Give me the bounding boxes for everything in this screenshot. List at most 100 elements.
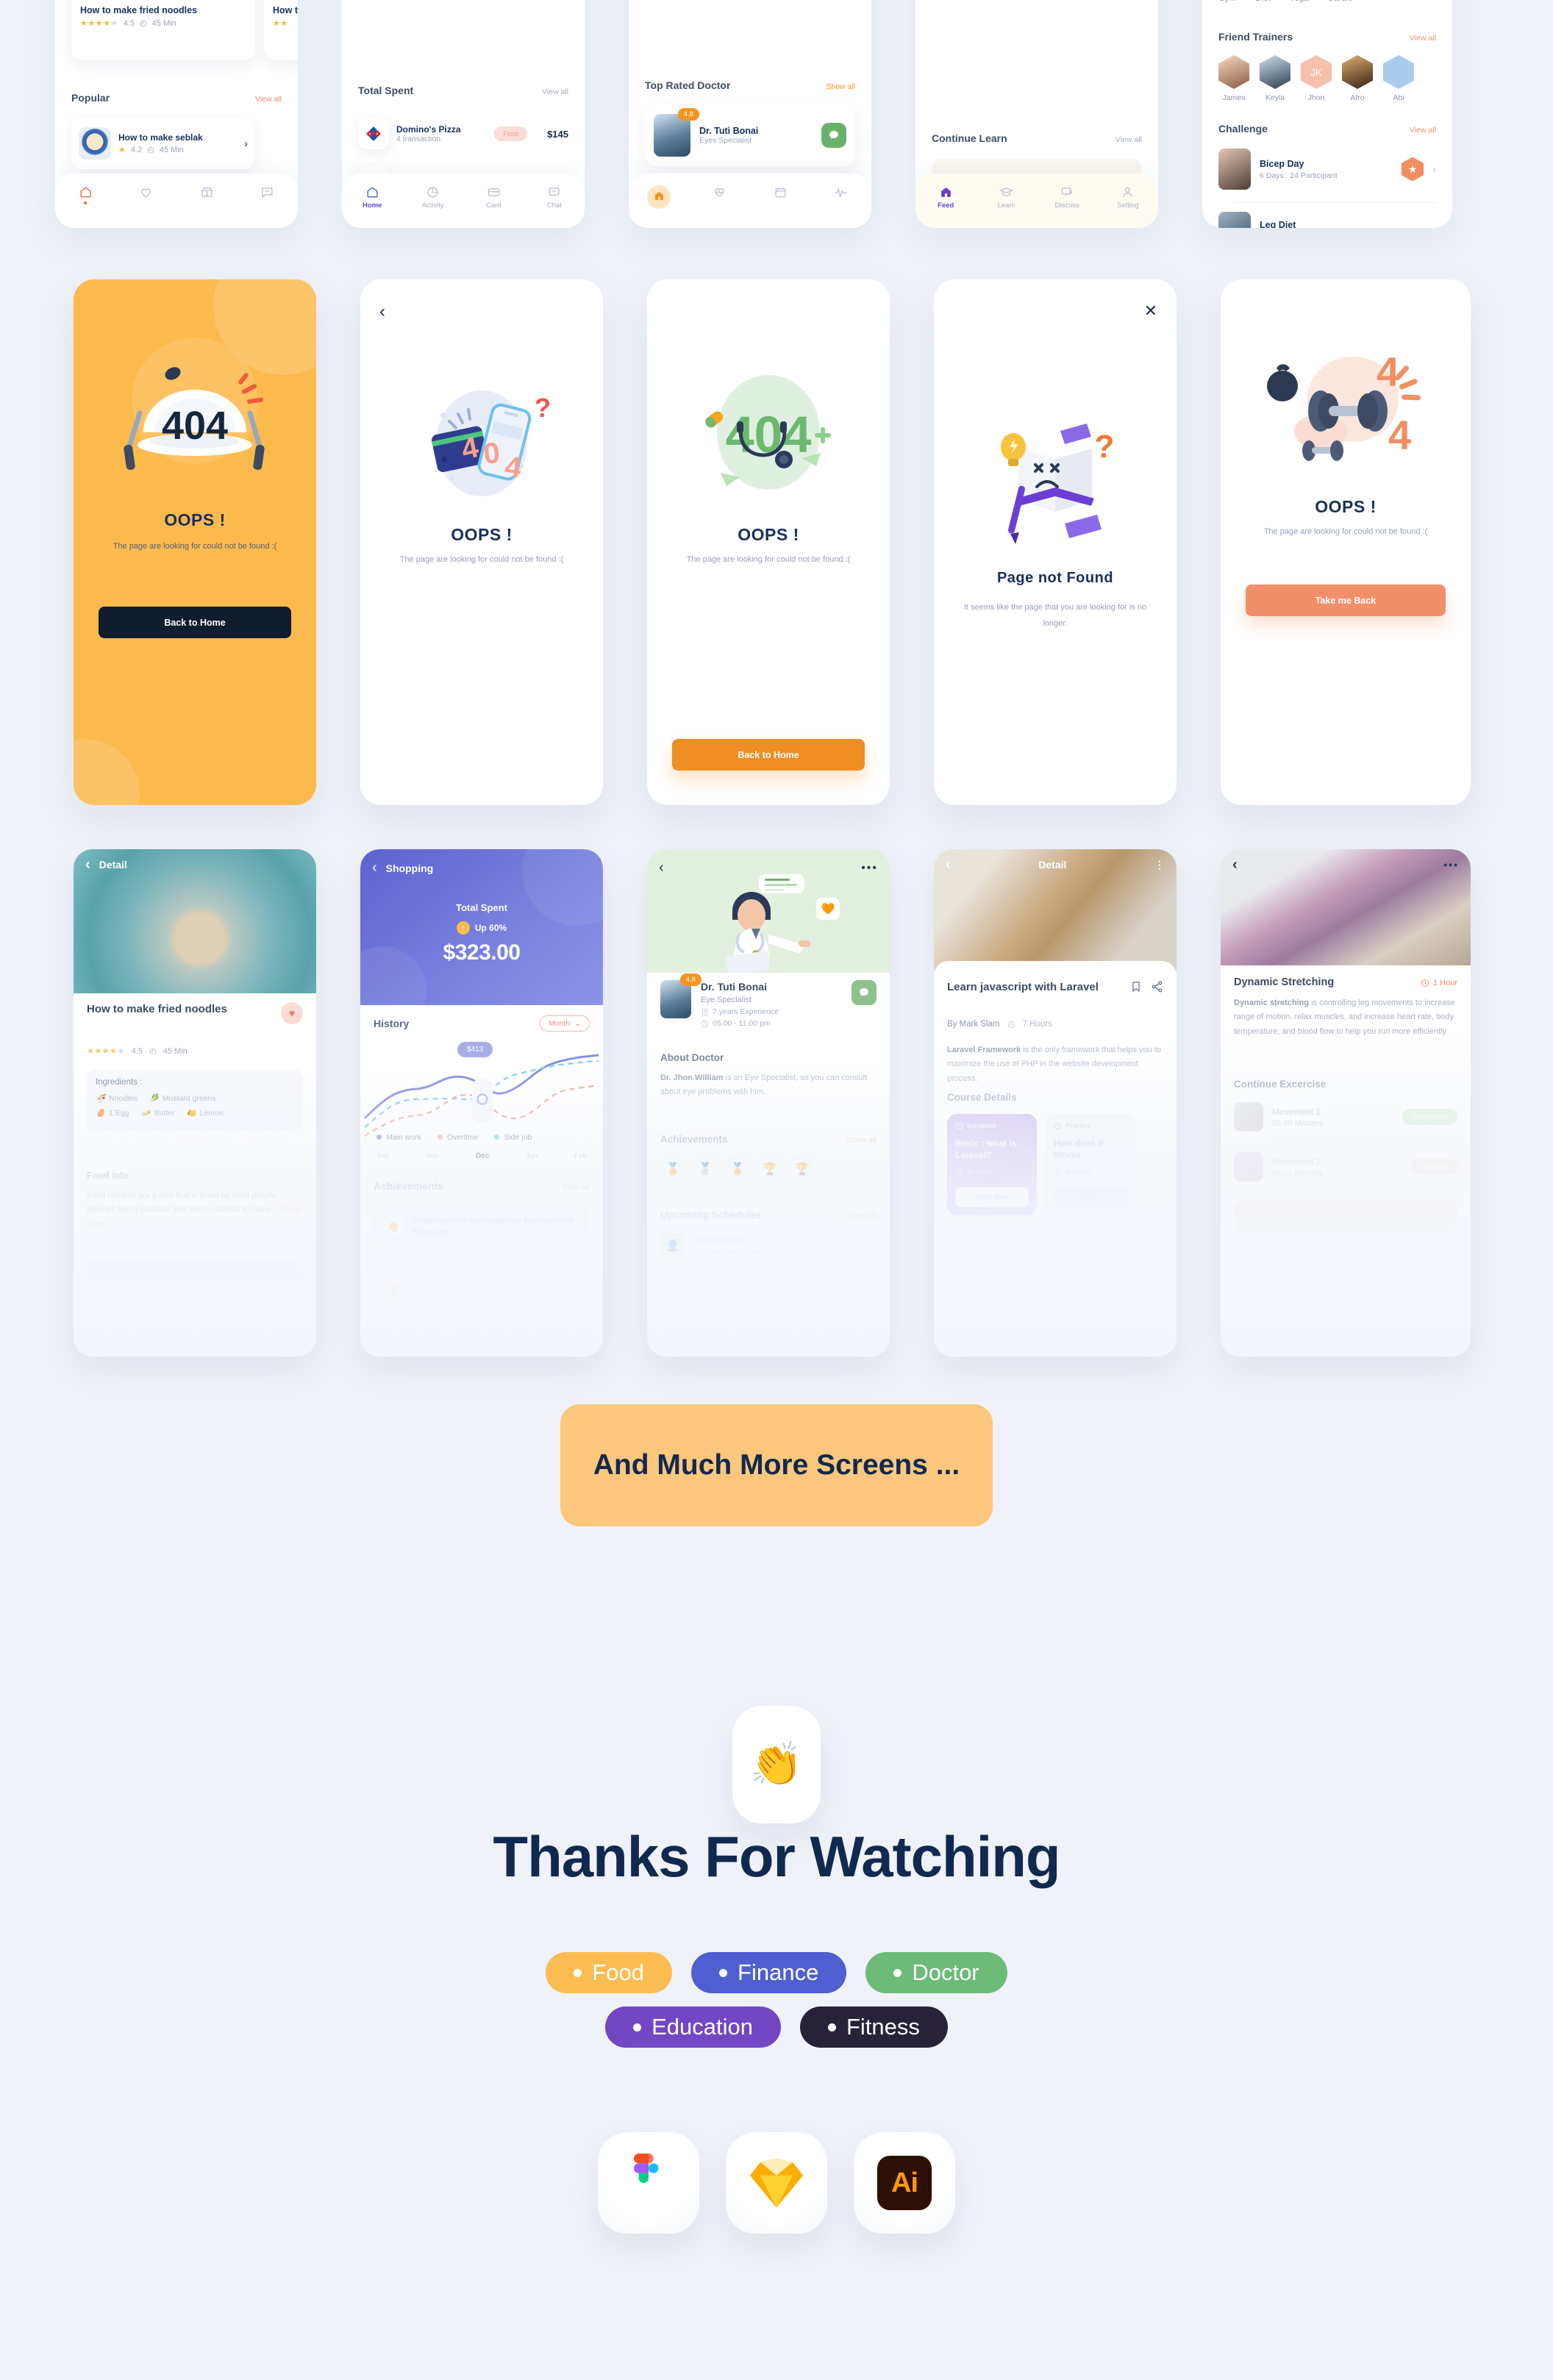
view-all-link[interactable]: View all [542, 87, 568, 96]
doctor-avatar: 4.8 [660, 973, 701, 1018]
education-detail-screen: ‹ Detail ⋮ Learn javascript with Laravel… [934, 849, 1177, 1357]
exercise-title-row: Dynamic Stretching 1 Hour [1234, 976, 1457, 990]
recipe-hero-card[interactable]: How to make fried noodles ★★★★★ 4.5 ◴ 45… [71, 0, 255, 60]
chat-button[interactable] [821, 123, 846, 148]
tab-chat[interactable]: Chat [524, 185, 585, 210]
tab-home[interactable] [629, 185, 690, 209]
fitness-detail-screen: ‹ ••• Dynamic Stretching 1 Hour Dynamic … [1221, 849, 1471, 1357]
close-icon[interactable]: ✕ [1144, 301, 1157, 321]
pill-food[interactable]: Food [546, 1952, 673, 1993]
experience-row: 7 years Experience [701, 1007, 842, 1016]
recipe-hero-card-2[interactable]: How to make ★★ [264, 0, 298, 60]
share-icon[interactable] [1151, 980, 1163, 993]
clock-icon [701, 1020, 709, 1028]
chart-tooltip: $413 [457, 1042, 493, 1057]
active-tab-bg [647, 185, 671, 209]
view-all-link[interactable]: View all [1115, 135, 1142, 144]
page-title: Shopping [385, 862, 434, 874]
tab-home[interactable] [55, 185, 116, 204]
category-tab-diet[interactable]: Diet [1255, 0, 1270, 3]
tab-discuss[interactable]: Discuss [1037, 185, 1098, 210]
sketch-app-icon[interactable] [726, 2132, 827, 2234]
more-options-icon[interactable]: ⋮ [1154, 859, 1165, 871]
take-me-back-button[interactable]: Take me Back [1246, 585, 1446, 616]
pill-doctor[interactable]: Doctor [865, 1952, 1007, 1993]
show-all-link[interactable]: Show all [826, 82, 855, 91]
back-chevron-icon[interactable]: ‹ [379, 301, 385, 322]
range-selector[interactable]: Month ⌄ [540, 1015, 590, 1032]
tab-favorites[interactable] [116, 185, 177, 201]
pie-icon [427, 187, 438, 198]
figma-app-icon[interactable] [598, 2132, 699, 2234]
doctor-list-item[interactable]: 4.8 Dr. Tuti Bonai Eyes Specialist [645, 104, 855, 166]
page-title: Detail [99, 859, 127, 871]
pill-fitness[interactable]: Fitness [799, 2006, 948, 2048]
challenge-title: Bicep Day [1260, 158, 1304, 169]
error-message: It seems like the page that you are look… [963, 603, 1147, 628]
view-all-link[interactable]: View all [255, 95, 282, 104]
tab-label: Feed [938, 201, 954, 210]
tab-feed[interactable]: Feed [915, 185, 977, 210]
tab-chat[interactable] [238, 185, 299, 201]
favorite-button[interactable]: ♥ [281, 1002, 303, 1024]
clapping-hands-icon: 👏 [732, 1706, 821, 1823]
pill-education[interactable]: Education [605, 2006, 781, 2048]
and-much-more-screens-button[interactable]: And Much More Screens ... [560, 1404, 993, 1526]
trainer-item[interactable]: Keyla [1260, 55, 1290, 102]
tab-calendar[interactable] [750, 185, 811, 201]
bookmark-icon[interactable] [1130, 980, 1142, 993]
trainer-item[interactable]: JK Jhon [1301, 55, 1332, 102]
tab-store[interactable] [176, 185, 238, 201]
trainer-item[interactable]: Abi [1383, 55, 1414, 102]
error-heading: Page not Found [996, 570, 1114, 586]
illustrator-app-icon[interactable]: Ai [854, 2132, 955, 2234]
tab-learn[interactable]: Learn [977, 185, 1038, 210]
view-all-link[interactable]: View all [1410, 126, 1436, 135]
tab-health[interactable] [690, 185, 751, 201]
popular-list-item[interactable]: How to make seblak ★ 4.2 ◴ 45 Min › [71, 118, 255, 169]
back-chevron-icon[interactable]: ‹ [85, 857, 90, 873]
finance-detail-screen: ‹ Shopping Total Spent ↑ Up 60% $323.00 … [360, 849, 603, 1357]
avatar-initials: JK [1301, 55, 1332, 89]
tab-home[interactable]: Home [342, 185, 403, 210]
tab-card[interactable]: Card [463, 185, 524, 210]
back-chevron-icon[interactable]: ‹ [372, 860, 377, 876]
category-tab-yoga[interactable]: Yoga [1290, 0, 1309, 3]
category-tab-gym[interactable]: Gym [1218, 0, 1236, 3]
challenge-title: Leg Diet [1260, 220, 1296, 228]
home-icon [940, 187, 951, 197]
tab-pulse[interactable] [811, 185, 872, 201]
course-title: Learn javascript with Laravel [947, 981, 1099, 993]
course-author: By Mark Slam [947, 1020, 1000, 1029]
back-to-home-button[interactable]: Back to Home [99, 607, 291, 638]
category-tab-cardio[interactable]: Cardio [1328, 0, 1353, 3]
duration-chip: 1 Hour [1421, 979, 1457, 987]
section-title: Friend Trainers [1218, 31, 1293, 43]
rating-value: 4.5 [123, 18, 135, 28]
transaction-row[interactable]: Domino's Pizza 4 transaction Food $145 [358, 110, 568, 157]
star-icon: ★ [118, 146, 126, 154]
chevron-right-icon[interactable]: › [244, 137, 248, 150]
back-chevron-icon[interactable]: ‹ [659, 860, 664, 876]
challenge-item[interactable]: Bicep Day 6 Days . 24 Participant ★ › [1218, 149, 1436, 190]
view-all-link[interactable]: View all [1410, 34, 1436, 43]
tab-activity[interactable]: Activity [403, 185, 464, 210]
pill-label: Doctor [912, 1959, 979, 1985]
active-tab-dot [84, 201, 88, 204]
chevron-right-icon[interactable]: › [1432, 163, 1436, 176]
back-chevron-icon[interactable]: ‹ [1232, 857, 1238, 873]
error-message: The page are looking for could not be fo… [399, 555, 564, 564]
tab-setting[interactable]: Setting [1098, 185, 1159, 210]
trainer-item[interactable]: James [1218, 55, 1249, 102]
more-options-icon[interactable]: ••• [861, 862, 878, 875]
sad-book-illustration: ? [1001, 424, 1114, 544]
back-to-home-button[interactable]: Back to Home [672, 739, 865, 771]
pill-finance[interactable]: Finance [691, 1952, 847, 1993]
challenge-item[interactable]: Leg Diet [1218, 212, 1436, 228]
trainer-item[interactable]: Afro [1342, 55, 1373, 102]
doctor-role: Eye Specialist [701, 996, 752, 1005]
back-chevron-icon[interactable]: ‹ [946, 857, 951, 873]
chat-button[interactable] [852, 980, 877, 1005]
more-options-icon[interactable]: ••• [1443, 859, 1459, 871]
detail-header: ‹ Shopping [372, 860, 433, 876]
